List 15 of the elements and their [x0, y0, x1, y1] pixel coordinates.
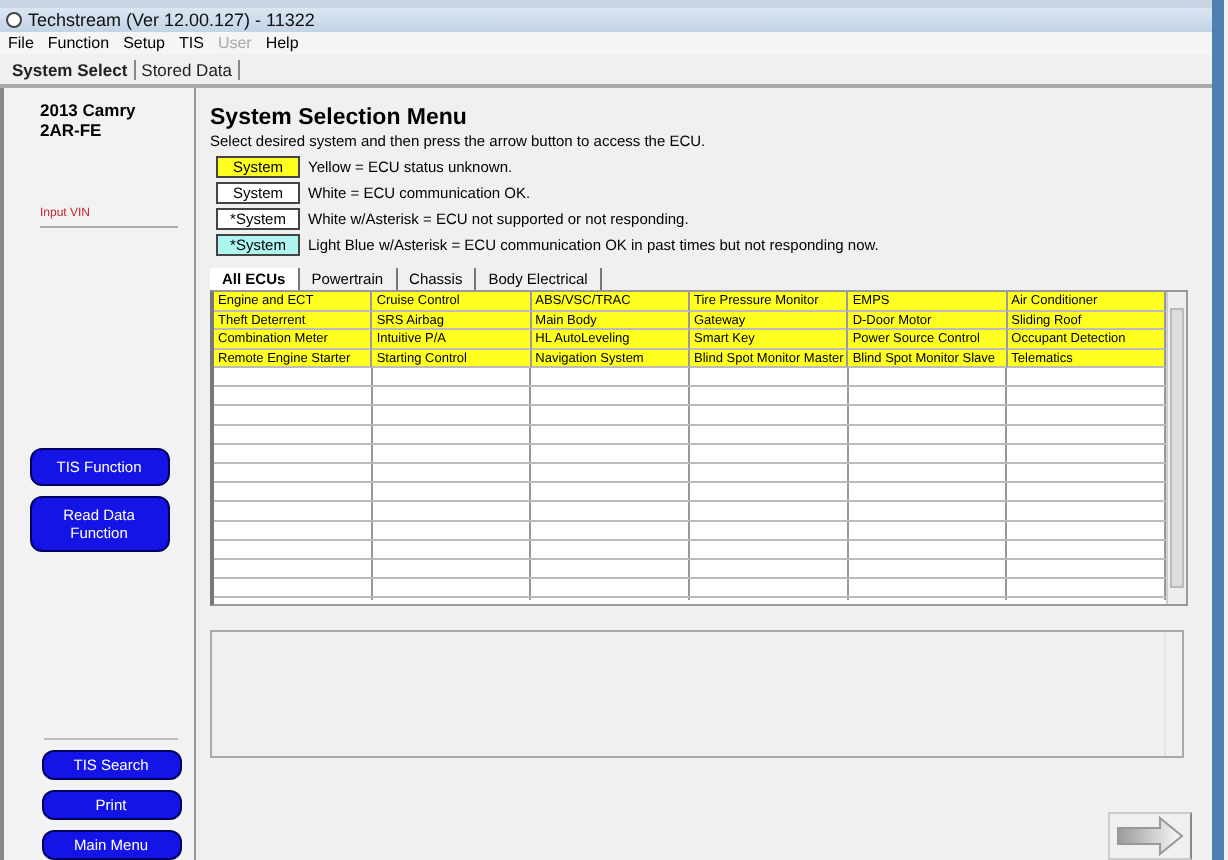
menu-item[interactable]: Setup — [123, 34, 165, 52]
vehicle-label: 2013 Camry — [40, 100, 138, 120]
scrollbar[interactable] — [1166, 292, 1186, 604]
menu-item[interactable]: File — [8, 34, 34, 52]
vehicle-label: 2AR-FE — [40, 120, 104, 140]
next-button[interactable] — [1108, 812, 1192, 860]
panel-title: System Selection Menu — [210, 104, 469, 132]
app-icon — [6, 12, 22, 28]
tab[interactable]: Stored Data — [135, 59, 241, 79]
menu-item[interactable]: TIS — [178, 34, 204, 52]
menu-item[interactable]: Function — [47, 34, 110, 52]
arrow-right-icon — [1116, 816, 1184, 856]
window-title: Techstream (Ver 12.00.127) - 11322 — [28, 10, 315, 30]
menu-item[interactable]: Help — [265, 34, 299, 52]
tab[interactable]: System Select — [6, 59, 136, 79]
